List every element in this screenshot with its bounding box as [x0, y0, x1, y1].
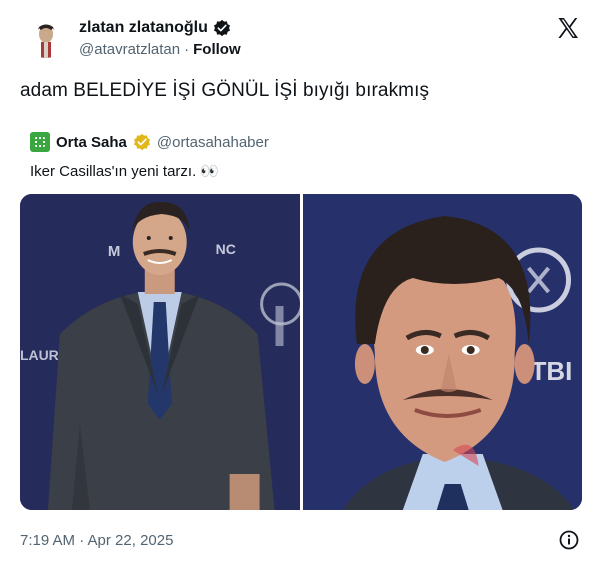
media-photo-full-body[interactable]: M NC LAUR [20, 194, 300, 510]
quoted-author-avatar[interactable] [30, 132, 50, 152]
info-icon[interactable] [559, 530, 579, 550]
quoted-tweet[interactable]: Orta Saha @ortasahahaber Iker Casillas'ı… [20, 120, 582, 512]
author-handle[interactable]: @atavratzlatan [79, 41, 180, 58]
quoted-author-name[interactable]: Orta Saha [56, 134, 127, 151]
tweet-text: adam BELEDİYE İŞİ GÖNÜL İŞİ bıyığı bırak… [20, 80, 430, 101]
x-logo-icon[interactable] [556, 16, 580, 40]
verified-badge-icon [213, 19, 231, 37]
tweet-header: zlatan zlatanoğlu @atavratzlatan · Follo… [20, 14, 580, 60]
author-display-name[interactable]: zlatan zlatanoğlu [79, 19, 208, 37]
quoted-tweet-text: Iker Casillas'ın yeni tarzı. 👀 [30, 163, 220, 180]
svg-text:TBI: TBI [530, 356, 572, 386]
media-grid: M NC LAUR TBI [20, 194, 582, 510]
follow-button[interactable]: Follow [193, 41, 241, 58]
gold-verified-badge-icon [133, 133, 151, 151]
separator-dot: · [184, 41, 190, 58]
svg-text:M: M [108, 243, 120, 260]
media-photo-closeup[interactable]: TBI [302, 194, 582, 510]
quoted-tweet-header: Orta Saha @ortasahahaber [30, 131, 269, 153]
tweet-timestamp[interactable]: 7:19 AM · Apr 22, 2025 [20, 532, 173, 549]
quoted-author-handle[interactable]: @ortasahahaber [157, 134, 269, 151]
author-info: zlatan zlatanoğlu @atavratzlatan · Follo… [79, 18, 241, 58]
author-avatar[interactable] [26, 18, 66, 58]
svg-text:LAUR: LAUR [20, 347, 59, 363]
svg-text:NC: NC [216, 241, 236, 257]
